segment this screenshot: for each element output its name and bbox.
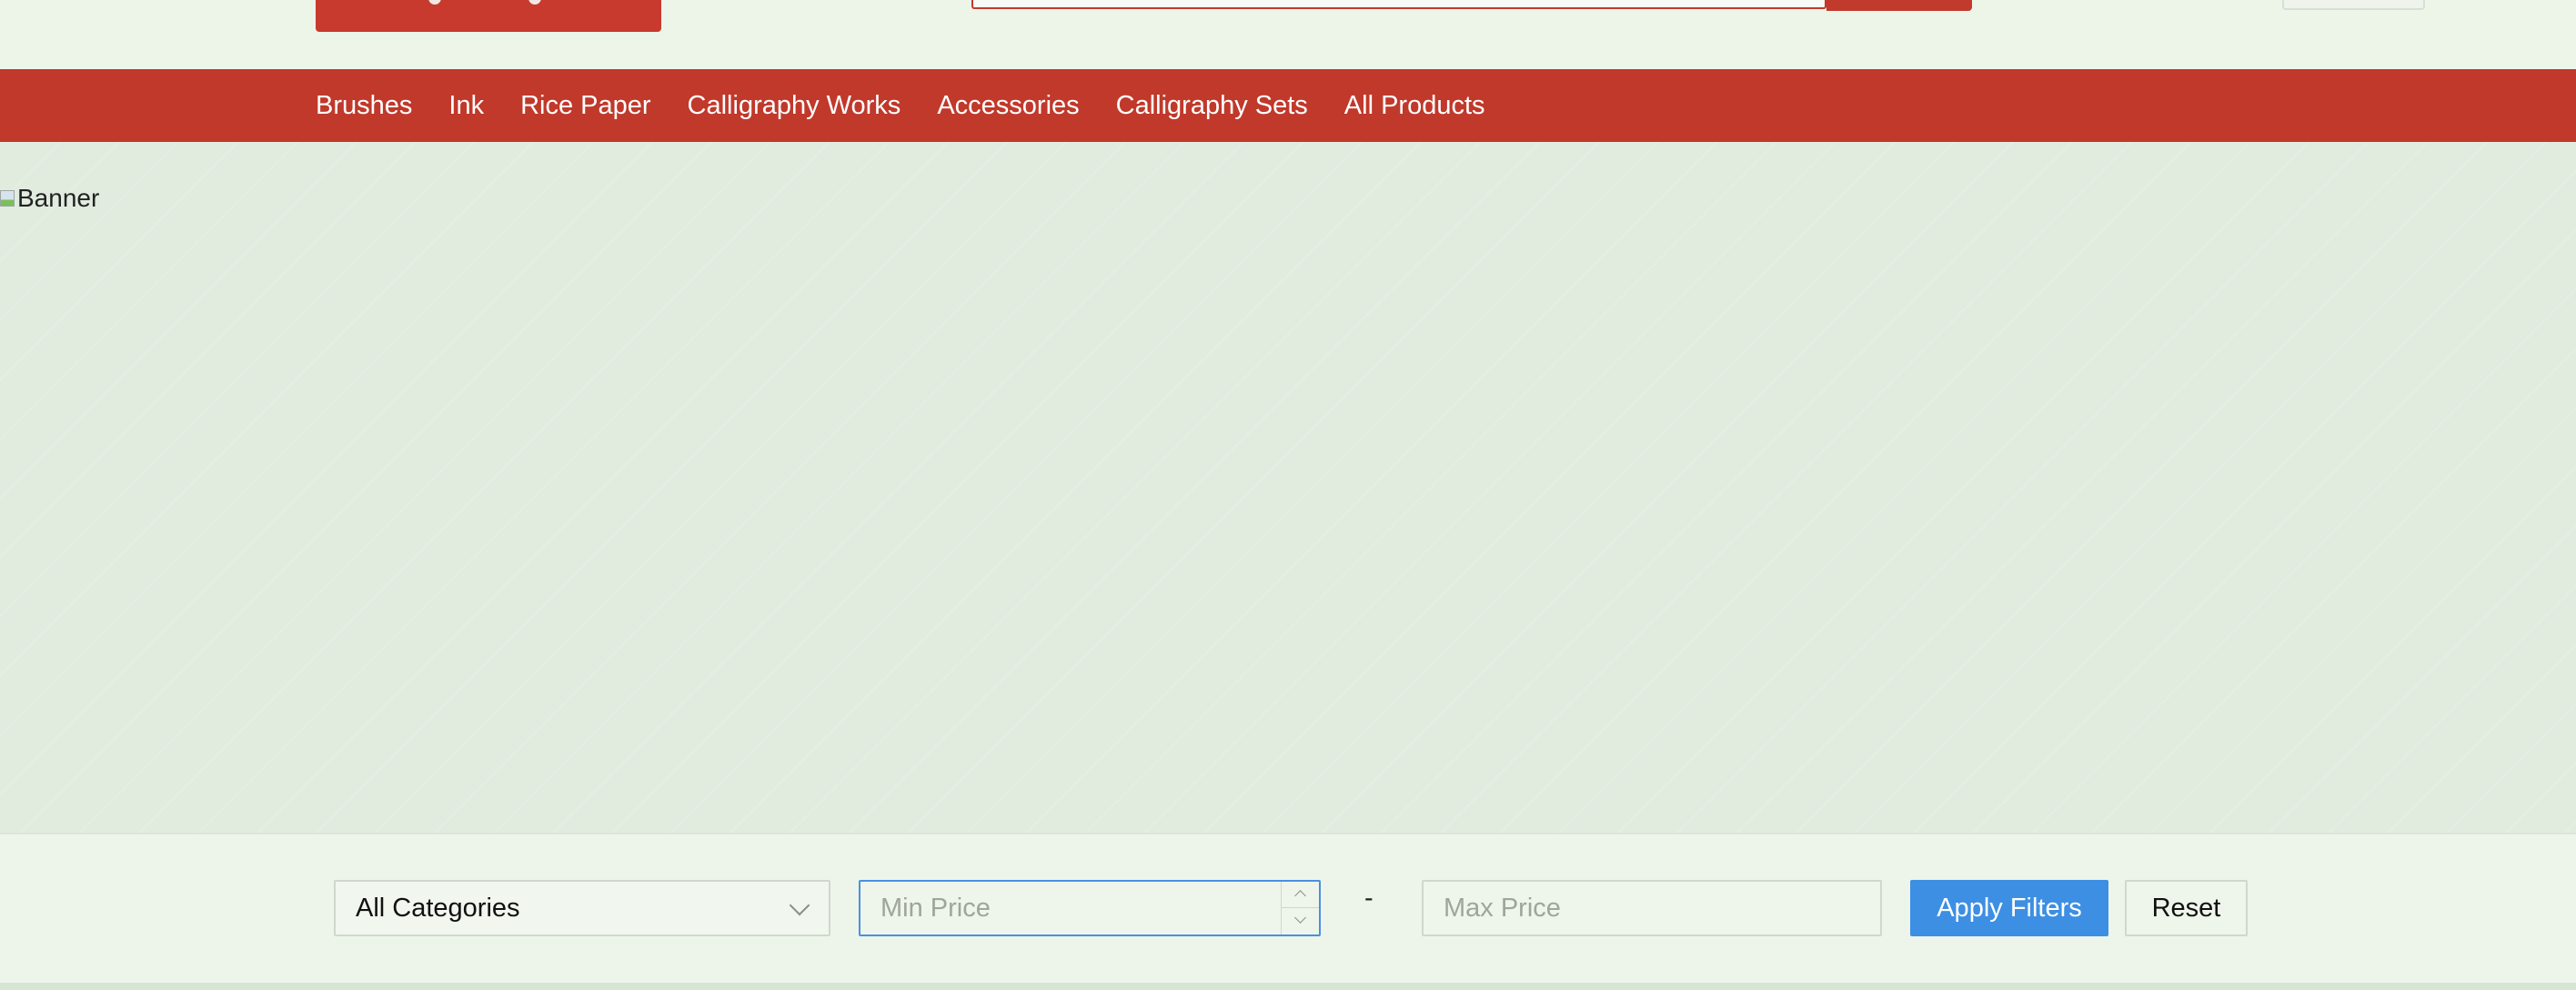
stepper-up-button[interactable] [1282,882,1319,908]
nav-item-all-products[interactable]: All Products [1344,91,1485,121]
category-select-value: All Categories [356,893,520,923]
header-action-button[interactable] [2282,0,2425,10]
max-price-field[interactable] [1422,880,1882,936]
min-price-field[interactable] [859,880,1321,936]
min-price-input[interactable] [860,882,1319,934]
banner-alt: Banner [0,184,99,213]
nav-item-rice-paper[interactable]: Rice Paper [520,91,650,121]
broken-image-icon [0,190,15,207]
search-input[interactable] [971,0,1826,9]
caret-down-icon [1294,912,1306,924]
logo-glyph-mark [528,0,541,5]
site-logo[interactable] [316,0,661,32]
section-divider [0,983,2576,990]
price-range-separator: - [1364,884,1374,913]
nav-item-calligraphy-works[interactable]: Calligraphy Works [688,91,901,121]
reset-button[interactable]: Reset [2125,880,2248,936]
nav-item-brushes[interactable]: Brushes [316,91,412,121]
caret-up-icon [1294,890,1306,902]
nav-item-accessories[interactable]: Accessories [937,91,1079,121]
banner-image: Banner [0,142,2576,834]
nav-item-ink[interactable]: Ink [448,91,484,121]
search-button[interactable] [1826,0,1972,11]
nav-item-calligraphy-sets[interactable]: Calligraphy Sets [1116,91,1308,121]
category-select[interactable]: All Categories [334,880,830,936]
min-price-stepper[interactable] [1281,882,1319,934]
nav-items: Brushes Ink Rice Paper Calligraphy Works… [316,69,1485,142]
header [0,0,2576,69]
filter-bar: All Categories - Apply Filters Reset [0,834,2576,983]
max-price-input[interactable] [1424,882,1880,934]
category-navbar: Brushes Ink Rice Paper Calligraphy Works… [0,69,2576,142]
logo-glyph-mark [428,0,441,5]
chevron-down-icon [789,894,810,916]
stepper-down-button[interactable] [1282,908,1319,934]
banner-alt-text: Banner [17,184,100,212]
apply-filters-button[interactable]: Apply Filters [1910,880,2108,936]
